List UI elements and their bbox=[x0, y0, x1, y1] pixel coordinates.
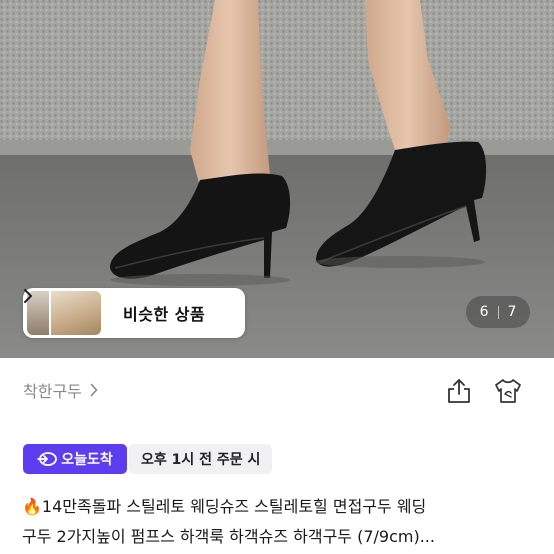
seller-name: 착한구두 bbox=[23, 382, 82, 401]
similar-products-button[interactable]: 비슷한 상품 bbox=[23, 288, 245, 338]
product-title-line-2: 구두 2가지높이 펌프스 하객룩 하객슈즈 하객구두 (7/9cm)... bbox=[22, 527, 435, 546]
product-title: 🔥14만족돌파 스틸레토 웨딩슈즈 스틸레토힐 면접구두 웨딩 구두 2가지높이… bbox=[22, 492, 542, 552]
seller-link[interactable]: 착한구두 bbox=[23, 378, 98, 402]
product-title-line-1: 🔥14만족돌파 스틸레토 웨딩슈즈 스틸레토힐 면접구두 웨딩 bbox=[22, 497, 427, 516]
gallery-current-page: 6 bbox=[479, 304, 489, 320]
similar-products-thumbnail bbox=[27, 291, 101, 335]
gallery-page-indicator: 6 7 bbox=[466, 296, 530, 328]
gallery-total-pages: 7 bbox=[507, 304, 517, 320]
chevron-right-icon bbox=[24, 289, 32, 303]
order-deadline-info: 오후 1시 전 주문 시 bbox=[129, 444, 273, 474]
closet-hanger-icon[interactable] bbox=[493, 377, 523, 405]
today-delivery-label: 오늘도착 bbox=[61, 452, 113, 468]
product-image[interactable]: 비슷한 상품 6 7 bbox=[0, 0, 554, 358]
fast-delivery-icon bbox=[37, 452, 58, 466]
share-icon[interactable] bbox=[445, 377, 473, 405]
similar-products-label: 비슷한 상품 bbox=[123, 305, 206, 324]
divider bbox=[497, 305, 499, 319]
today-delivery-badge: 오늘도착 bbox=[23, 444, 127, 474]
chevron-right-icon bbox=[90, 383, 98, 397]
